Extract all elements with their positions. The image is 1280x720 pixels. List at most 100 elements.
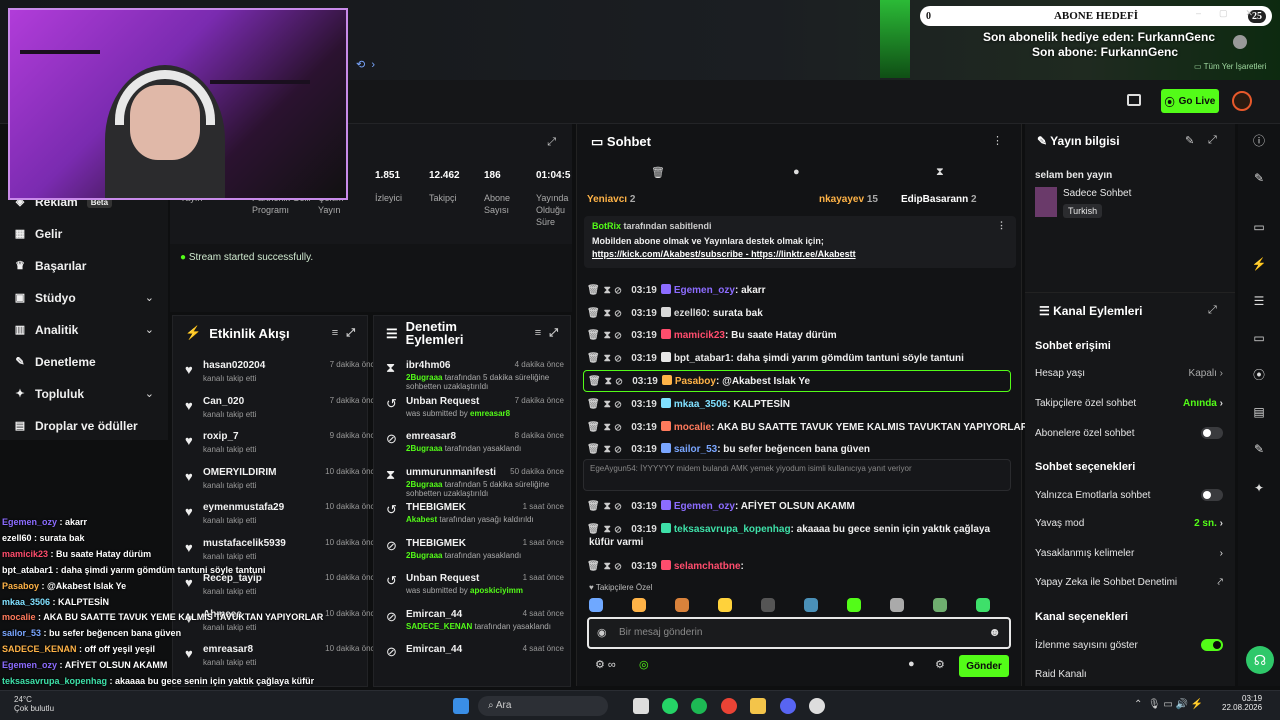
filter-icon[interactable]: ≡ — [535, 327, 541, 340]
info-icon[interactable]: ⓘ — [1250, 132, 1268, 150]
list-icon[interactable]: ☰ — [1250, 292, 1268, 310]
emote-icon[interactable] — [675, 598, 689, 612]
file-explorer-icon[interactable] — [750, 698, 766, 714]
chat-username[interactable]: Egemen_ozy — [674, 501, 735, 512]
emote-only-toggle[interactable] — [1201, 489, 1223, 501]
chat-message[interactable]: 🗑⧗⊘ 03:19 Egemen_ozy: AFİYET OLSUN AKAMM — [587, 500, 1012, 512]
chrome-icon[interactable] — [721, 698, 737, 714]
trash-icon[interactable]: 🗑 — [651, 166, 665, 179]
community-icon[interactable]: ✦ — [1250, 479, 1268, 497]
chat-message[interactable]: 🗑⧗⊘ 03:19 sailor_53: bu sefer beğencen ban… — [587, 443, 1012, 455]
emote-icon[interactable] — [804, 598, 818, 612]
edit-icon[interactable]: ✎ — [1185, 134, 1194, 147]
moderation-item[interactable]: ↺ Unban Request was submitted by emreasa… — [384, 396, 566, 418]
go-live-button[interactable]: ⦿ Go Live — [1161, 89, 1219, 113]
moderation-item[interactable]: ↺ Unban Request was submitted by aposkic… — [384, 573, 566, 595]
nav-topluluk[interactable]: ✦ Topluluk — [14, 387, 84, 401]
chat-username[interactable]: Pasaboy — [675, 376, 716, 387]
nav-analitik[interactable]: ▥ Analitik — [14, 323, 79, 337]
wrench-icon[interactable]: ✎ — [1250, 440, 1268, 458]
expand-icon[interactable]: ⤢ — [1208, 134, 1217, 147]
emote-only-row[interactable]: Yalnızca Emotlarla sohbet — [1035, 489, 1223, 501]
chat-message[interactable]: 🗑⧗⊘ 03:19 teksasavrupa_kopenhag: akaaaa bu… — [587, 523, 1012, 535]
window-controls[interactable]: –▢✕ — [1196, 8, 1271, 19]
bolt-icon[interactable]: ⚡ — [1250, 255, 1268, 273]
chat-message[interactable]: 🗑⧗⊘ 03:19 mamicik23: Bu saate Hatay dürüm — [587, 329, 1012, 341]
chat-username[interactable]: sailor_53 — [674, 444, 717, 455]
task-view-icon[interactable] — [633, 698, 649, 714]
emote-icon[interactable] — [589, 598, 603, 612]
emote-icon[interactable] — [718, 598, 732, 612]
chat-username[interactable]: ezell60 — [674, 308, 707, 319]
weather-widget[interactable]: 24°C Çok bulutlu — [14, 695, 54, 713]
mod-tools-icons[interactable]: 🗑⧗⊘ — [587, 308, 625, 319]
chat-icon[interactable]: ▭ — [1250, 329, 1268, 347]
followers-chat-row[interactable]: Takipçilere özel sohbet Anında › — [1035, 398, 1223, 409]
chat-username[interactable]: mkaa_3506 — [674, 399, 727, 410]
system-tray-icons[interactable]: ⌃ 🎙 ▭ 🔊 ⚡ — [1134, 699, 1203, 710]
mod-tools-icons[interactable]: 🗑⧗⊘ — [587, 353, 625, 364]
activity-item[interactable]: ♥ roxip_7 kanalı takip etti 9 dakika önc… — [185, 431, 379, 454]
moderation-item[interactable]: ⧗ ummurunmanifesti 2Bugraaa tarafından 5… — [384, 467, 566, 498]
moderation-item[interactable]: ⊘ THEBIGMEK 2Bugraaa tarafından yasaklan… — [384, 538, 566, 560]
bubble-icon[interactable]: ● — [793, 166, 800, 178]
pin-icon[interactable]: ⋮ — [997, 220, 1006, 231]
mod-tools-icons[interactable]: 🗑⧗⊘ — [587, 444, 625, 455]
emoji-icon[interactable]: ☻ — [988, 625, 1001, 639]
chat-message[interactable]: 🗑⧗⊘ 03:19 ezell60: surata bak — [587, 307, 1012, 319]
show-viewers-toggle[interactable] — [1201, 639, 1223, 651]
banned-words-row[interactable]: Yasaklanmış kelimeler › — [1035, 548, 1223, 559]
emote-icon[interactable] — [632, 598, 646, 612]
channel-avatar[interactable] — [1232, 91, 1252, 111]
nav-studyo[interactable]: ▣ Stüdyo — [14, 291, 154, 305]
mod-tools-icons[interactable]: 🗑⧗⊘ — [587, 330, 625, 341]
profile-avatar[interactable] — [1233, 35, 1247, 49]
windows-start-icon[interactable] — [453, 698, 469, 714]
chat-message[interactable]: 🗑⧗⊘ 03:19 selamchatbne: — [587, 560, 1012, 572]
chat-message[interactable]: 🗑⧗⊘ 03:19 mkaa_3506: KALPTESİN — [587, 398, 1012, 410]
pencil-icon[interactable]: ✎ — [1250, 169, 1268, 187]
expand-icon[interactable]: ⤢ — [547, 136, 556, 149]
nav-droplar[interactable]: ▤ Droplar ve ödüller — [14, 419, 138, 433]
expand-icon[interactable]: ⤢ — [1208, 304, 1217, 317]
ai-moderation-row[interactable]: Yapay Zeka ile Sohbet Denetimi ⤤ — [1035, 577, 1223, 588]
subs-chat-row[interactable]: Abonelere özel sohbet — [1035, 427, 1223, 439]
emote-icon[interactable] — [976, 598, 990, 612]
stack-icon[interactable]: ▤ — [1250, 403, 1268, 421]
activity-item[interactable]: ♥ hasan020204 kanalı takip etti 7 dakika… — [185, 360, 379, 383]
nav-arrows[interactable]: ⟲ › — [356, 58, 396, 76]
app-icon[interactable] — [809, 698, 825, 714]
chat-message[interactable]: 🗑⧗⊘ 03:19 mocalie: AKA BU SAATTE TAVUK YEM… — [587, 421, 1028, 433]
filter-icon[interactable]: ≡ — [332, 327, 338, 339]
account-age-row[interactable]: Hesap yaşı Kapalı › — [1035, 368, 1223, 379]
mod-tools-icons[interactable]: 🗑⧗⊘ — [587, 561, 625, 572]
nav-gelir[interactable]: ▦ Gelir — [14, 227, 63, 241]
mod-tools-icons[interactable]: 🗑⧗⊘ — [588, 376, 626, 387]
chat-username[interactable]: mamicik23 — [674, 330, 725, 341]
send-button[interactable]: Gönder — [959, 655, 1009, 677]
chat-message[interactable]: 🗑⧗⊘ 03:19 Egemen_ozy: akarr — [587, 284, 1012, 296]
mod-tools-icons[interactable]: 🗑⧗⊘ — [587, 422, 625, 433]
nav-denetleme[interactable]: ✎ Denetleme — [14, 355, 95, 369]
mod-tools-icons[interactable]: 🗑⧗⊘ — [587, 524, 625, 535]
show-viewers-row[interactable]: İzlenme sayısını göster — [1035, 639, 1223, 651]
taskbar-search[interactable]: ⌕ Ara — [478, 696, 608, 716]
chat-username[interactable]: bpt_atabar1 — [674, 353, 731, 364]
hourglass-icon[interactable]: ⧗ — [936, 166, 944, 179]
pinned-links[interactable]: https://kick.com/Akabest/subscribe - htt… — [592, 249, 1008, 259]
expand-icon[interactable]: ⤢ — [549, 327, 558, 340]
moderation-item[interactable]: ⊘ emreasar8 2Bugraaa tarafından yasaklan… — [384, 431, 566, 453]
chat-username[interactable]: mocalie — [674, 422, 711, 433]
mod-tools-icons[interactable]: 🗑⧗⊘ — [587, 285, 625, 296]
activity-item[interactable]: ♥ OMERYILDIRIM kanalı takip etti 10 daki… — [185, 467, 379, 490]
clock[interactable]: 03:19 22.08.2026 — [1222, 694, 1262, 712]
chevron-down-icon[interactable]: ⌄ — [145, 387, 154, 400]
expand-icon[interactable]: ⤢ — [346, 327, 355, 340]
gear-icon[interactable]: ⚙ — [935, 658, 945, 671]
discord-icon[interactable] — [780, 698, 796, 714]
chevron-down-icon[interactable]: ⌄ — [145, 323, 154, 336]
chat-input[interactable]: ◉ Bir mesaj gönderin ☻ — [587, 617, 1011, 649]
kick-logo-icon[interactable]: ◎ — [639, 658, 649, 671]
moderation-item[interactable]: ⊘ Emircan_44 4 saat önce — [384, 644, 566, 659]
chat-message[interactable]: 🗑⧗⊘ 03:19 Pasaboy: @Akabest Islak Ye — [583, 370, 1011, 392]
